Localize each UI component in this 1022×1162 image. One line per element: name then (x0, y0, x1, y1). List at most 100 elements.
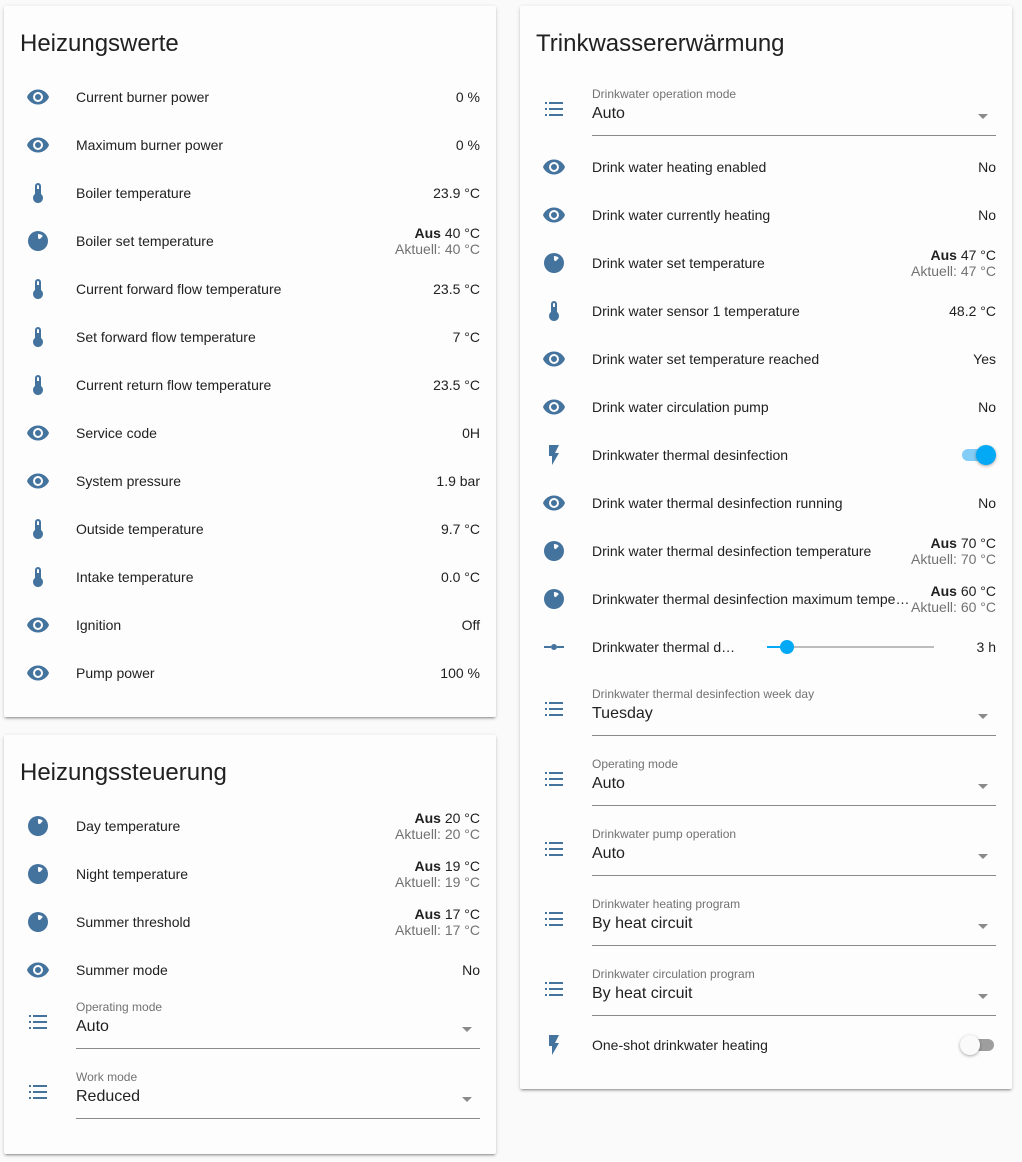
toggle-switch[interactable] (960, 445, 996, 465)
entity-name: Set forward flow temperature (76, 329, 256, 345)
current-temperature: Aktuell: 20 °C (395, 826, 480, 842)
select-row[interactable]: Drinkwater operation mode Auto (520, 81, 1012, 151)
entity-row[interactable]: Maximum burner power 0 % (4, 121, 496, 169)
entity-row[interactable]: Drink water thermal desinfection running… (520, 479, 1012, 527)
card-heizungssteuerung: Heizungssteuerung Day temperature Aus 20 … (4, 735, 496, 1154)
select-underline (76, 1048, 480, 1049)
toggle-switch[interactable] (960, 1035, 996, 1055)
list-icon (542, 767, 566, 791)
dropdown-arrow-icon[interactable] (978, 714, 988, 719)
select-value[interactable]: Auto (76, 1018, 109, 1036)
select-value[interactable]: Auto (592, 845, 625, 863)
entity-row[interactable]: One-shot drinkwater heating (520, 1021, 1012, 1069)
entity-state: Yes (973, 351, 996, 367)
entity-row[interactable]: Drink water set temperature Aus 47 °C Aktu… (520, 239, 1012, 287)
entity-row[interactable]: Ignition Off (4, 601, 496, 649)
entity-state: No (978, 399, 996, 415)
thermometer-icon (26, 181, 50, 205)
entity-row[interactable]: Drink water circulation pump No (520, 383, 1012, 431)
dropdown-arrow-icon[interactable] (978, 854, 988, 859)
select-label: Drinkwater thermal desinfection week day (592, 687, 815, 701)
eye-icon (542, 347, 566, 371)
entity-row[interactable]: Current burner power 0 % (4, 73, 496, 121)
thermometer-icon (26, 565, 50, 589)
entity-row[interactable]: Set forward flow temperature 7 °C (4, 313, 496, 361)
dropdown-arrow-icon[interactable] (978, 924, 988, 929)
entity-row[interactable]: Current forward flow temperature 23.5 °C (4, 265, 496, 313)
climate-target: Aus 60 °C (911, 583, 996, 599)
entity-row[interactable]: Night temperature Aus 19 °C Aktuell: 19 °C (4, 850, 496, 898)
entity-row[interactable]: Boiler set temperature Aus 40 °C Aktuell: … (4, 217, 496, 265)
current-temperature: Aktuell: 60 °C (911, 599, 996, 615)
select-value[interactable]: Tuesday (592, 705, 653, 723)
entity-row[interactable]: Service code 0H (4, 409, 496, 457)
eye-icon (542, 155, 566, 179)
select-value[interactable]: By heat circuit (592, 985, 692, 1003)
entity-row[interactable]: Drinkwater thermal desinfection maximum … (520, 575, 1012, 623)
entity-row[interactable]: Pump power 100 % (4, 649, 496, 697)
select-label: Operating mode (76, 1000, 163, 1014)
thermostat-icon (26, 814, 50, 838)
entity-row[interactable]: Drink water heating enabled No (520, 143, 1012, 191)
select-value[interactable]: Auto (592, 105, 625, 123)
entity-row[interactable]: Summer mode No (4, 946, 496, 994)
entity-row[interactable]: Drinkwater thermal desinfection (520, 431, 1012, 479)
select-underline (592, 805, 996, 806)
eye-icon (26, 613, 50, 637)
entity-name: Current forward flow temperature (76, 281, 282, 297)
select-value[interactable]: Auto (592, 775, 625, 793)
entity-state: 0 % (455, 137, 480, 153)
entity-state: No (978, 495, 996, 511)
entity-name: System pressure (76, 473, 182, 489)
entity-row[interactable]: Summer threshold Aus 17 °C Aktuell: 17 °C (4, 898, 496, 946)
thermostat-icon (26, 229, 50, 253)
entity-state: No (978, 207, 996, 223)
dropdown-arrow-icon[interactable] (978, 994, 988, 999)
select-row[interactable]: Operating mode Auto (520, 751, 1012, 821)
climate-state: Aus 20 °C Aktuell: 20 °C (395, 810, 480, 842)
dropdown-arrow-icon[interactable] (462, 1097, 472, 1102)
eye-icon (26, 85, 50, 109)
select-value[interactable]: Reduced (76, 1088, 140, 1106)
select-row[interactable]: Drinkwater thermal desinfection week day… (520, 681, 1012, 751)
entity-row[interactable]: Drink water set temperature reached Yes (520, 335, 1012, 383)
climate-state: Aus 70 °C Aktuell: 70 °C (911, 535, 996, 567)
entity-state: 9.7 °C (440, 521, 480, 537)
dropdown-arrow-icon[interactable] (462, 1027, 472, 1032)
entity-row[interactable]: Outside temperature 9.7 °C (4, 505, 496, 553)
entity-name: Drink water set temperature (592, 255, 765, 271)
toggle-thumb[interactable] (976, 445, 996, 465)
hours-slider[interactable] (767, 640, 934, 654)
current-temperature: Aktuell: 40 °C (395, 241, 480, 257)
select-value[interactable]: By heat circuit (592, 915, 692, 933)
entity-row[interactable]: Drink water sensor 1 temperature 48.2 °C (520, 287, 1012, 335)
entity-row[interactable]: System pressure 1.9 bar (4, 457, 496, 505)
entity-row[interactable]: Boiler temperature 23.9 °C (4, 169, 496, 217)
entity-row[interactable]: Drink water currently heating No (520, 191, 1012, 239)
entity-name: Drink water thermal desinfection running (592, 495, 843, 511)
entity-name: Summer threshold (76, 914, 191, 930)
climate-state: Aus 17 °C Aktuell: 17 °C (395, 906, 480, 938)
dropdown-arrow-icon[interactable] (978, 784, 988, 789)
current-temperature: Aktuell: 70 °C (911, 551, 996, 567)
thermostat-icon (26, 910, 50, 934)
toggle-thumb[interactable] (960, 1035, 980, 1055)
thermometer-icon (26, 517, 50, 541)
entity-state: No (978, 159, 996, 175)
select-row[interactable]: Work mode Reduced (4, 1064, 496, 1134)
select-row[interactable]: Drinkwater heating program By heat circui… (520, 891, 1012, 961)
slider-knob[interactable] (780, 640, 795, 654)
entity-row[interactable]: Drink water thermal desinfection tempera… (520, 527, 1012, 575)
entity-row[interactable]: Intake temperature 0.0 °C (4, 553, 496, 601)
select-row[interactable]: Operating mode Auto (4, 994, 496, 1064)
entity-state: 1.9 bar (436, 473, 480, 489)
select-row[interactable]: Drinkwater pump operation Auto (520, 821, 1012, 891)
select-label: Drinkwater circulation program (592, 967, 755, 981)
dropdown-arrow-icon[interactable] (978, 114, 988, 119)
entity-row[interactable]: Day temperature Aus 20 °C Aktuell: 20 °C (4, 802, 496, 850)
entity-row[interactable]: Drinkwater thermal de… 3 h (520, 623, 1012, 671)
climate-state: Aus 60 °C Aktuell: 60 °C (911, 583, 996, 615)
select-label: Drinkwater pump operation (592, 827, 737, 841)
eye-icon (26, 958, 50, 982)
entity-row[interactable]: Current return flow temperature 23.5 °C (4, 361, 496, 409)
